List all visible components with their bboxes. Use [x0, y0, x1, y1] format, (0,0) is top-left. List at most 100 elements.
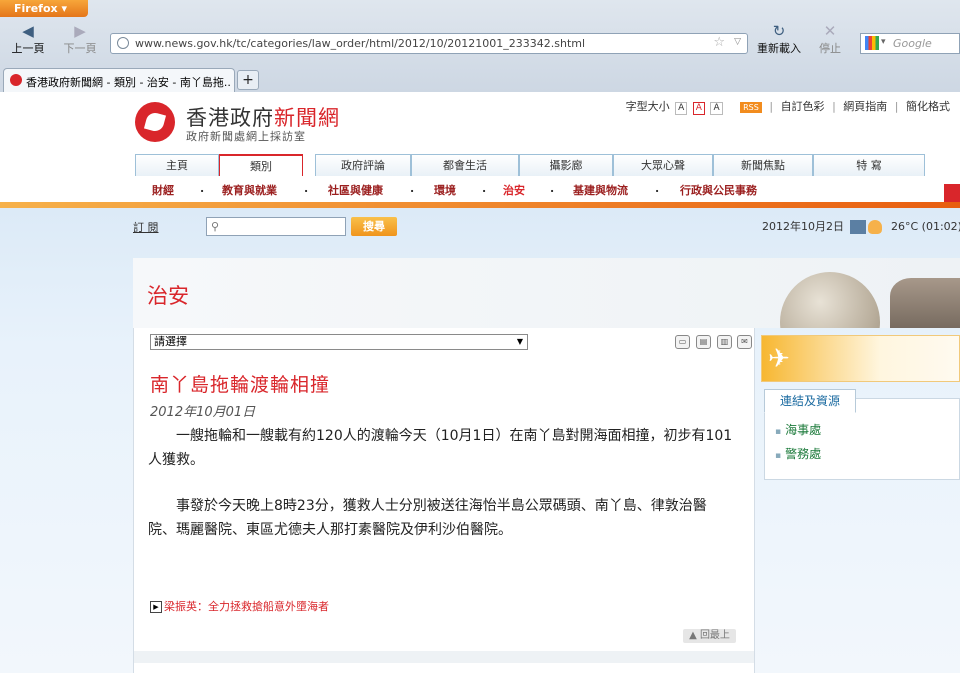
flame-icon[interactable] [867, 220, 882, 234]
subnav-separator: . [655, 182, 660, 195]
article-footer-strip [134, 651, 754, 663]
tab-title: 香港政府新聞網 - 類別 - 治安 - 南丫島拖... [26, 76, 232, 89]
language-select-value: 請選擇 [154, 335, 187, 348]
nav-tab-commentary[interactable]: 政府評論 [315, 154, 411, 176]
back-button[interactable]: ◀ 上一頁 [6, 22, 50, 56]
divider: | [769, 100, 774, 113]
web-page: 香港政府新聞網 政府新聞處網上採訪室 字型大小 A A A RSS | 自訂色彩… [0, 92, 960, 673]
article-date: 2012年10月01日 [150, 405, 256, 420]
firefox-menu-button[interactable]: Firefox ▾ [0, 0, 88, 17]
font-size-large[interactable]: A [710, 102, 723, 115]
sidebar-link-label: 海事處 [785, 423, 822, 437]
sidebar: ✈ ▪ 海事處 ▪ 警務處 連結及資源 [761, 335, 960, 635]
nav-tab-news-focus[interactable]: 新聞焦點 [713, 154, 813, 176]
stop-label: 停止 [819, 42, 841, 55]
reload-label: 重新載入 [757, 42, 801, 55]
subnav-separator: . [482, 182, 487, 195]
reload-button[interactable]: ↻ 重新載入 [752, 22, 806, 56]
back-to-top-button[interactable]: ▲ 回最上 [683, 629, 736, 643]
temperature: 26°C (01:02) [891, 220, 960, 233]
red-accent-block [944, 184, 960, 204]
browser-chrome: Firefox ▾ ◀ 上一頁 ▶ 下一頁 www.news.gov.hk/tc… [0, 0, 960, 93]
nav-tab-features[interactable]: 特 寫 [813, 154, 925, 176]
reload-icon: ↻ [772, 22, 786, 40]
category-title: 治安 [147, 284, 189, 308]
bookmark-star-icon[interactable]: ☆ [713, 35, 725, 50]
back-to-top-label: 回最上 [699, 630, 730, 641]
subnav-community[interactable]: 社區與健康 [328, 182, 383, 198]
sitemap-link[interactable]: 網頁指南 [843, 100, 887, 113]
subnav-law-order[interactable]: 治安 [503, 182, 525, 198]
site-title-red: 新聞網 [274, 106, 340, 130]
nav-tab-home[interactable]: 主頁 [135, 154, 219, 176]
legco-building-image [750, 258, 960, 328]
url-dropdown-icon[interactable]: ▽ [734, 37, 741, 47]
hk-emblem-logo[interactable] [135, 102, 175, 142]
font-size-medium[interactable]: A [692, 102, 705, 115]
font-size-small[interactable]: A [675, 102, 688, 115]
statue-shape [890, 278, 960, 328]
stop-icon: ✕ [823, 22, 837, 40]
url-bar[interactable]: www.news.gov.hk/tc/categories/law_order/… [110, 33, 748, 54]
subscribe-link[interactable]: 訂 閱 [133, 219, 159, 235]
font-size-label: 字型大小 [625, 100, 670, 113]
subnav-finance[interactable]: 財經 [152, 182, 174, 198]
subnav-separator: . [410, 182, 415, 195]
magnifier-icon: ⚲ [211, 220, 220, 233]
rss-button[interactable]: RSS [740, 102, 762, 113]
subnav-separator: . [304, 182, 309, 195]
subnav-administration[interactable]: 行政與公民事務 [680, 182, 757, 198]
simplified-format-link[interactable]: 簡化格式 [906, 100, 950, 113]
sidebar-link-marine[interactable]: ▪ 海事處 [775, 421, 821, 438]
bauhinia-icon [143, 110, 167, 134]
subnav-education[interactable]: 教育與就業 [222, 182, 277, 198]
related-news-link[interactable]: ▶ 梁振英：全力拯救搶船意外墮海者 [150, 598, 329, 614]
tab-strip: 香港政府新聞網 - 類別 - 治安 - 南丫島拖... + [0, 66, 960, 92]
divider: | [894, 100, 899, 113]
bullet-icon: ▪ [775, 427, 782, 437]
current-date: 2012年10月2日 [762, 220, 844, 233]
weather-icon[interactable] [849, 220, 866, 234]
airport-promo-banner[interactable]: ✈ [761, 335, 960, 382]
web-search-box[interactable]: ▾ Google [860, 33, 960, 54]
site-search-input[interactable]: ⚲ [206, 217, 346, 236]
nav-tab-categories[interactable]: 類別 [219, 154, 303, 176]
related-news-text: 梁振英：全力拯救搶船意外墮海者 [164, 600, 329, 613]
nav-tab-public-voice[interactable]: 大眾心聲 [613, 154, 713, 176]
forward-arrow-icon: ▶ [74, 22, 86, 40]
links-resources-tab[interactable]: 連結及資源 [764, 389, 856, 413]
site-search-button[interactable]: 搜尋 [351, 217, 397, 236]
article-paragraph: 事發於今天晚上8時23分，獲救人士分別被送往海怡半島公眾碼頭、南丫島、律敦治醫院… [148, 498, 707, 538]
article-paragraph: 一艘拖輪和一艘載有約120人的渡輪今天（10月1日）在南丫島對開海面相撞，初步有… [148, 428, 733, 468]
divider: | [832, 100, 836, 113]
language-select[interactable]: 請選擇 ▼ [150, 334, 528, 350]
share-icon[interactable]: ▭ [675, 335, 690, 349]
new-tab-button[interactable]: + [237, 70, 259, 90]
google-icon[interactable] [865, 36, 879, 50]
subnav-environment[interactable]: 環境 [434, 182, 456, 198]
email-icon[interactable]: ✉ [737, 335, 752, 349]
article-panel: 請選擇 ▼ ▭ ▤ ▥ ✉ 南丫島拖輪渡輪相撞 2012年10月01日 一艘拖輪… [133, 328, 755, 673]
chevron-down-icon: ▼ [516, 337, 523, 346]
main-nav: 主頁 類別 政府評論 都會生活 攝影廊 大眾心聲 新聞焦點 特 寫 [135, 154, 927, 178]
dome-shape [780, 272, 880, 328]
print-friendly-icon[interactable]: ▥ [717, 335, 732, 349]
back-arrow-icon: ◀ [22, 22, 34, 40]
subnav-separator: . [200, 182, 205, 195]
forward-button[interactable]: ▶ 下一頁 [58, 22, 102, 56]
firefox-menu-label: Firefox [14, 2, 58, 15]
site-title-main: 香港政府 [186, 106, 274, 130]
subnav-separator: . [550, 182, 555, 195]
browser-tab[interactable]: 香港政府新聞網 - 類別 - 治安 - 南丫島拖... [3, 68, 235, 92]
nav-tab-photo-gallery[interactable]: 攝影廊 [519, 154, 613, 176]
sidebar-link-police[interactable]: ▪ 警務處 [775, 445, 821, 462]
forward-label: 下一頁 [63, 42, 97, 55]
stop-button[interactable]: ✕ 停止 [808, 22, 852, 56]
print-icon[interactable]: ▤ [696, 335, 711, 349]
custom-color-link[interactable]: 自訂色彩 [781, 100, 825, 113]
nav-tab-city-life[interactable]: 都會生活 [411, 154, 519, 176]
subnav-infrastructure[interactable]: 基建與物流 [573, 182, 628, 198]
engine-dropdown-icon[interactable]: ▾ [881, 37, 886, 47]
url-text[interactable]: www.news.gov.hk/tc/categories/law_order/… [135, 37, 585, 50]
date-weather: 2012年10月2日 26°C (01:02) [762, 218, 960, 234]
